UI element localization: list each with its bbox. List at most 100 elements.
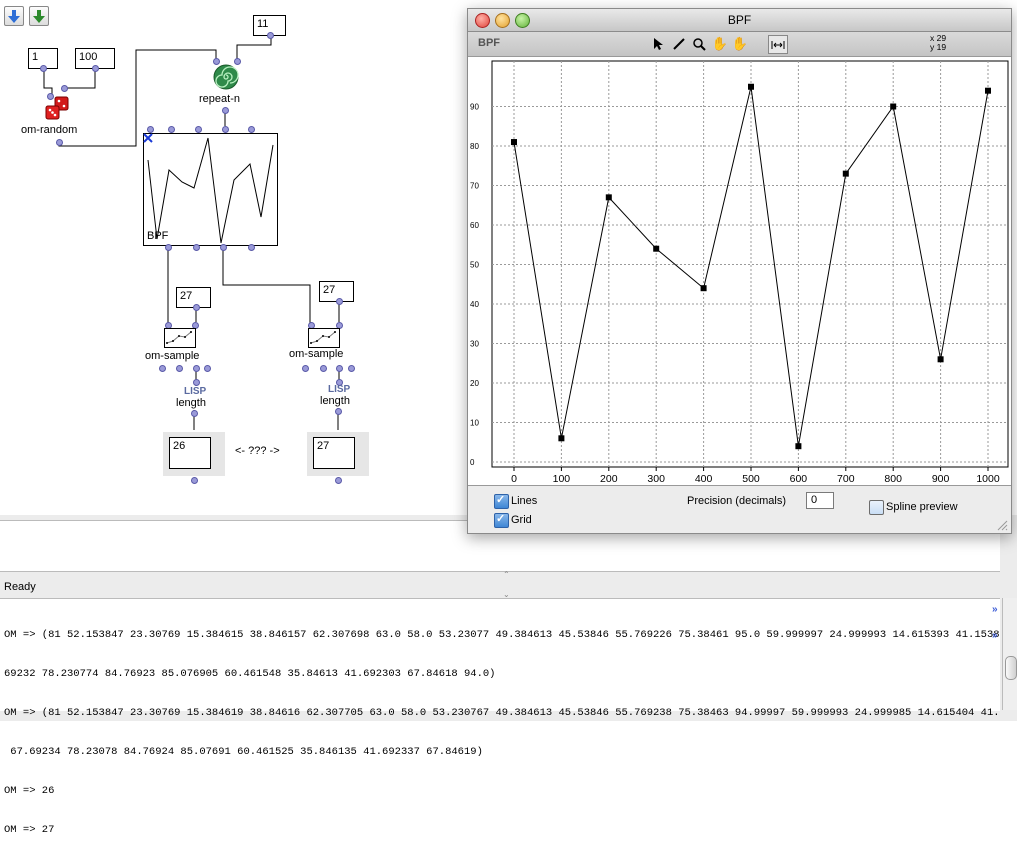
length-label-left[interactable]: length [176,397,206,409]
spline-preview-label: Spline preview [886,501,958,513]
scrollbar-thumb[interactable] [1005,656,1017,680]
outlet-dot[interactable] [165,244,172,251]
y-tick-label: 70 [470,182,479,191]
grid-label: Grid [511,514,532,526]
listener-line: 67.69234 78.23078 84.76924 85.07691 60.4… [4,746,483,758]
y-tick-label: 30 [470,340,479,349]
coord-y: y 19 [930,42,947,52]
sample-icon[interactable] [164,328,196,348]
listener-scrollbar[interactable] [1002,598,1017,710]
x-tick-label: 800 [884,473,902,485]
y-tick-label: 80 [470,142,479,151]
inlet-dot[interactable] [193,379,200,386]
listener-line: 69232 78.230774 84.76923 85.076905 60.46… [4,668,496,680]
hand-tool-icon[interactable]: ✋ [711,35,729,52]
precision-label: Precision (decimals) [687,495,787,507]
title-bar[interactable]: BPF [468,9,1011,32]
x-tick-label: 200 [600,473,618,485]
y-tick-label: 50 [470,261,479,270]
fit-tool-icon[interactable] [768,35,788,54]
listener-line: OM => 26 [4,785,55,797]
outlet-dot[interactable] [336,298,343,305]
result-value-left: 26 [169,437,211,469]
pen-tool-icon[interactable] [670,35,688,52]
zoom-tool-icon[interactable] [690,35,708,52]
outlet-dot[interactable] [336,365,343,372]
outlet-dot[interactable] [193,304,200,311]
bpf-point [985,87,991,94]
dice-icon[interactable] [44,96,72,122]
arrow-tool-icon[interactable] [649,35,667,52]
bpf-point [795,443,802,450]
outlet-dot[interactable] [335,408,342,415]
inlet-dot[interactable] [168,126,175,133]
bpf-point [511,139,517,146]
result-value-right: 27 [313,437,355,469]
outlet-dot[interactable] [191,410,198,417]
outlet-dot[interactable] [204,365,211,372]
outlet-dot[interactable] [302,365,309,372]
bpf-point [842,170,849,177]
listener-output[interactable]: OM => (81 52.153847 23.30769 15.384615 3… [0,598,1000,836]
resize-grip-icon[interactable] [996,519,1008,531]
x-tick-label: 500 [742,473,760,485]
om-sample-label-right: om-sample [289,348,344,360]
om-sample-label-left: om-sample [145,350,200,362]
om-random-label: om-random [21,124,78,136]
length-label-right[interactable]: length [320,395,350,407]
outlet-dot[interactable] [193,244,200,251]
overflow-marker: » [992,630,998,641]
outlet-dot[interactable] [193,365,200,372]
bpf-box-label: BPF [147,230,169,242]
x-tick-label: 600 [790,473,808,485]
spline-preview-checkbox[interactable] [869,500,884,515]
inlet-dot[interactable] [61,85,68,92]
window-title: BPF [727,13,752,27]
outlet-dot[interactable] [191,477,198,484]
overflow-marker: » [992,604,998,615]
outlet-dot[interactable] [267,32,274,39]
comparison-comment: <- ??? -> [235,445,280,457]
inlet-dot[interactable] [195,126,202,133]
close-x-icon[interactable] [143,133,153,143]
outlet-dot[interactable] [176,365,183,372]
outlet-dot[interactable] [220,244,227,251]
result-box-right[interactable]: 27 [307,432,369,476]
bpf-point [605,194,612,201]
lines-label: Lines [511,495,538,507]
lines-checkbox[interactable] [494,493,509,509]
outlet-dot[interactable] [222,107,229,114]
inlet-dot[interactable] [248,126,255,133]
y-tick-label: 0 [470,458,475,467]
outlet-dot[interactable] [320,365,327,372]
bpf-editor-window: BPF BPF ✋ ✋ x 29 y 19 0 100 200 300 400 500 60… [467,8,1012,534]
inlet-dot[interactable] [147,126,154,133]
x-tick-label: 1000 [976,473,1000,485]
y-tick-label: 10 [470,419,479,428]
outlet-dot[interactable] [40,65,47,72]
listener-line: OM => (81 52.153847 23.30769 15.384615 3… [4,629,1000,641]
grid-checkbox[interactable] [494,512,509,528]
outlet-dot[interactable] [92,65,99,72]
y-tick-label: 20 [470,379,479,388]
bpf-point [653,245,660,252]
splitter-handle[interactable]: ⌃ [503,570,510,579]
x-tick-label: 400 [695,473,713,485]
outlet-dot[interactable] [56,139,63,146]
bpf-plot-area[interactable]: 0 100 200 300 400 500 600 700 800 900 1000 0 10 20 30 4… [468,57,1011,486]
editor-toolbar: BPF ✋ ✋ x 29 y 19 [468,32,1011,57]
move-hand-tool-icon[interactable]: ✋ [731,35,749,52]
result-box-left[interactable]: 26 [163,432,225,476]
x-tick-label: 300 [647,473,665,485]
outlet-dot[interactable] [335,477,342,484]
outlet-dot[interactable] [159,365,166,372]
y-tick-label: 90 [470,103,479,112]
sample-icon[interactable] [308,328,340,348]
spiral-icon[interactable] [212,64,240,90]
status-text: Ready [4,581,36,593]
inlet-dot[interactable] [222,126,229,133]
x-tick-label: 100 [553,473,571,485]
outlet-dot[interactable] [248,244,255,251]
precision-input[interactable]: 0 [806,492,834,509]
outlet-dot[interactable] [348,365,355,372]
